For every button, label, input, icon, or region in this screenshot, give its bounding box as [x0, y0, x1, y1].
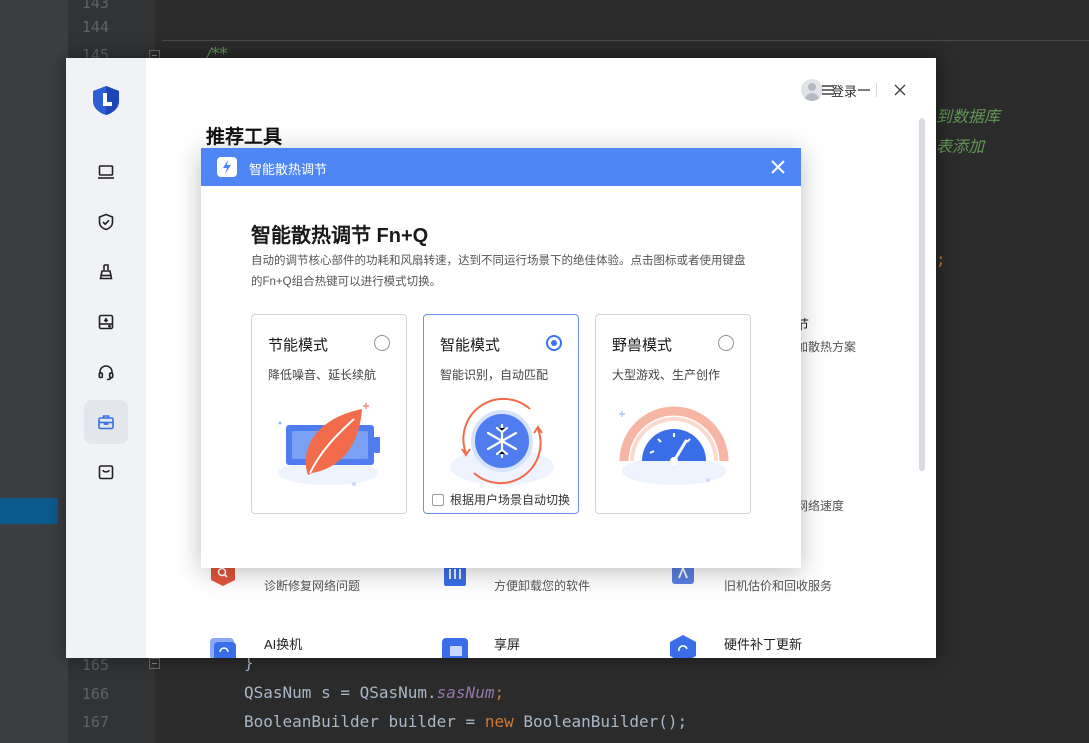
cleaner-icon [99, 264, 113, 280]
section-title: 推荐工具 [206, 127, 283, 148]
ide-line-number: 167 [81, 713, 109, 731]
leaf-battery-icon [278, 403, 380, 486]
sidebar-item-clean[interactable] [84, 250, 128, 294]
code-line-166[interactable]: QSasNum s = QSasNum.sasNum; [244, 683, 504, 702]
code-field: sasNum [436, 683, 495, 702]
ide-divider [162, 40, 1089, 41]
snowflake-icon [450, 397, 554, 485]
mode-subtitle: 智能识别，自动匹配 [440, 368, 549, 382]
mode-name: 智能模式 [440, 337, 501, 354]
mode-radio[interactable] [546, 335, 562, 351]
auto-switch-label: 根据用户场景自动切换 [450, 493, 571, 507]
tile-desc-uninstall: 方便卸载您的软件 [494, 579, 591, 593]
toolbox-icon [98, 415, 114, 430]
code-line-167[interactable]: BooleanBuilder builder = new BooleanBuil… [244, 712, 687, 731]
auto-switch-option[interactable]: 根据用户场景自动切换 [432, 491, 570, 508]
ide-line-number: 143 [81, 0, 109, 12]
mode-card-smart[interactable]: 智能模式 智能识别，自动匹配 根据用户场景自动切换 [423, 314, 579, 514]
sidebar [66, 58, 146, 658]
code-text: BooleanBuilder builder = [244, 712, 485, 731]
tile-desc-network-repair: 诊断修复网络问题 [264, 579, 361, 593]
dialog-header-title: 智能散热调节 [249, 162, 328, 177]
tile-title-screen-share[interactable]: 享屏 [494, 634, 520, 653]
laptop-icon [98, 165, 114, 179]
code-text: BooleanBuilder(); [513, 712, 688, 731]
mode-subtitle: 大型游戏、生产创作 [612, 368, 721, 382]
dialog-description: 自动的调节核心部件的功耗和风扇转速，达到不同运行场景下的绝佳体验。点击图标或者使… [251, 255, 746, 288]
ide-line-number: 144 [81, 18, 109, 36]
sidebar-item-store[interactable] [84, 450, 128, 494]
tile-desc-recycle: 旧机估价和回收服务 [724, 579, 833, 593]
mode-radio[interactable] [374, 335, 390, 351]
bag-icon [98, 465, 114, 480]
mode-card-beast[interactable]: 野兽模式 大型游戏、生产创作 [595, 314, 751, 514]
sidebar-item-toolbox[interactable] [84, 400, 128, 444]
sidebar-item-device[interactable] [84, 150, 128, 194]
tile-title-ai-migration[interactable]: AI换机 [264, 634, 302, 653]
headset-icon [98, 365, 114, 381]
toolbar-divider [876, 83, 877, 97]
ide-tool-strip [0, 0, 68, 743]
drive-icon [98, 314, 114, 330]
tile-desc-network-speed: 网络速度 [796, 499, 845, 513]
mode-radio[interactable] [718, 335, 734, 351]
scrollbar[interactable] [919, 118, 925, 471]
code-keyword: new [484, 712, 514, 731]
mode-subtitle: 降低噪音、延长续航 [268, 368, 377, 382]
fold-marker-icon[interactable] [149, 658, 160, 669]
code-text: ; [494, 683, 505, 702]
dialog-header: 智能散热调节 [201, 148, 801, 186]
screen-share-icon[interactable] [440, 634, 470, 658]
ide-line-number: 165 [81, 656, 109, 674]
code-comment-text: 表添加 [936, 137, 985, 156]
menu-icon [822, 85, 834, 95]
hardware-patch-icon[interactable] [668, 634, 698, 658]
app-logo-icon [93, 86, 119, 115]
code-comment-text: 到数据库 [936, 107, 1001, 126]
speedometer-icon [619, 406, 729, 485]
mode-name: 节能模式 [268, 337, 329, 354]
tile-desc-cooling: 加散热方案 [796, 340, 857, 354]
sidebar-item-security[interactable] [84, 200, 128, 244]
mode-card-power-saving[interactable]: 节能模式 降低噪音、延长续航 [251, 314, 407, 514]
shield-check-icon [98, 213, 114, 231]
ai-migration-icon[interactable] [208, 634, 238, 658]
menu-button[interactable] [817, 79, 839, 101]
thermal-icon [217, 157, 237, 177]
mode-name: 野兽模式 [612, 337, 673, 354]
minimize-icon [858, 89, 870, 91]
sidebar-item-drive[interactable] [84, 300, 128, 344]
window-close-button[interactable] [889, 79, 911, 101]
close-icon [894, 84, 906, 96]
code-text: QSasNum s = QSasNum. [244, 683, 437, 702]
close-icon[interactable] [769, 158, 787, 176]
minimize-button[interactable] [853, 79, 875, 101]
tile-title-hardware-patch[interactable]: 硬件补丁更新 [724, 634, 802, 653]
code-token: ; [936, 250, 946, 269]
ide-selected-line-marker [0, 498, 58, 524]
ide-line-number: 166 [81, 685, 109, 703]
auto-switch-checkbox[interactable] [432, 493, 444, 506]
sidebar-item-support[interactable] [84, 350, 128, 394]
thermal-dialog: 智能散热调节 智能散热调节 Fn+Q 自动的调节核心部件的功耗和风扇转速，达到不… [201, 148, 801, 568]
dialog-heading: 智能散热调节 Fn+Q [251, 225, 429, 247]
